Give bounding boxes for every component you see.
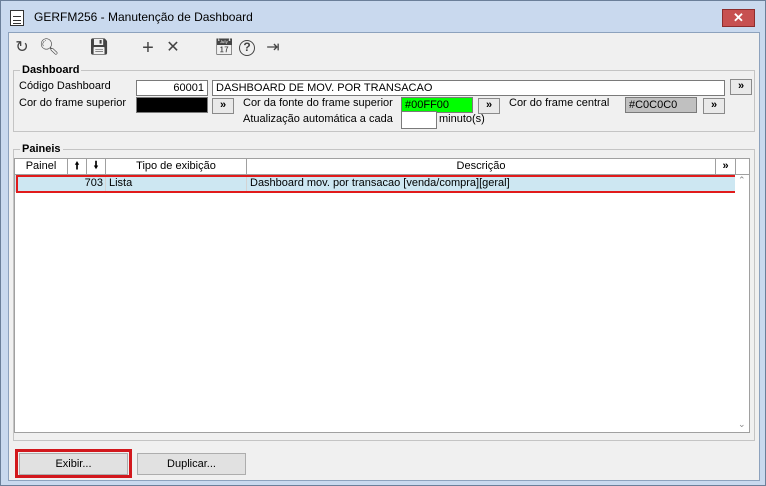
cor-frame-central-field[interactable]: #C0C0C0 xyxy=(625,97,697,113)
atualizacao-field[interactable] xyxy=(401,111,437,129)
save-icon[interactable]: 💾︎ xyxy=(89,39,109,57)
exibir-button[interactable]: Exibir... xyxy=(19,453,128,475)
calendar-icon[interactable]: 📅︎ xyxy=(214,39,234,57)
atualizacao-label: Atualização automática a cada xyxy=(243,113,393,125)
cor-frame-superior-label: Cor do frame superior xyxy=(19,97,126,109)
col-descricao-header[interactable]: Descrição xyxy=(247,159,716,174)
descricao-dashboard-field[interactable]: DASHBOARD DE MOV. POR TRANSACAO xyxy=(212,80,725,96)
columns-more-button[interactable]: » xyxy=(716,159,736,174)
codigo-dashboard-label: Código Dashboard xyxy=(19,80,111,92)
toolbar: ↻ 🔍︎ 💾︎ + ✕ 📅︎ ? ⇥ xyxy=(9,33,759,63)
grid-header: Painel 🠙 🠛 Tipo de exibição Descrição » xyxy=(15,159,749,175)
scroll-down-icon[interactable]: ⌄ xyxy=(738,419,746,430)
atualizacao-unit: minuto(s) xyxy=(439,113,485,125)
search-icon[interactable]: 🔍︎ xyxy=(39,39,59,57)
add-icon[interactable]: + xyxy=(139,38,157,58)
window-title: GERFM256 - Manutenção de Dashboard xyxy=(34,10,253,24)
help-icon[interactable]: ? xyxy=(239,40,255,56)
document-icon xyxy=(10,10,24,26)
refresh-icon[interactable]: ↻ xyxy=(13,39,31,57)
delete-icon[interactable]: ✕ xyxy=(164,39,182,57)
col-tipo-header[interactable]: Tipo de exibição xyxy=(106,159,247,174)
move-up-icon[interactable]: 🠙 xyxy=(68,159,87,174)
row-descricao-cell: Dashboard mov. por transacao [venda/comp… xyxy=(250,177,510,189)
row-painel-cell: 703 xyxy=(15,175,106,192)
dashboard-window: GERFM256 - Manutenção de Dashboard ✕ ↻ 🔍… xyxy=(0,0,766,486)
close-button[interactable]: ✕ xyxy=(722,9,755,27)
grid-scrollbar[interactable]: ⌃ ⌄ xyxy=(735,175,749,432)
cor-frame-central-label: Cor do frame central xyxy=(509,97,610,109)
cor-frame-central-button[interactable]: » xyxy=(703,98,725,114)
col-painel-header[interactable]: Painel xyxy=(15,159,68,174)
descricao-more-button[interactable]: » xyxy=(730,79,752,95)
duplicar-button[interactable]: Duplicar... xyxy=(137,453,246,475)
table-row[interactable]: 703 Lista Dashboard mov. por transacao [… xyxy=(15,175,735,192)
cor-fonte-label: Cor da fonte do frame superior xyxy=(243,97,393,109)
row-tipo-cell: Lista xyxy=(106,175,247,192)
cor-fonte-button[interactable]: » xyxy=(478,98,500,114)
paineis-group-title: Paineis xyxy=(20,143,63,155)
client-area: ↻ 🔍︎ 💾︎ + ✕ 📅︎ ? ⇥ Dashboard Código Dash… xyxy=(8,32,760,481)
exit-icon[interactable]: ⇥ xyxy=(264,39,282,57)
paineis-grid: Painel 🠙 🠛 Tipo de exibição Descrição » … xyxy=(14,158,750,433)
title-bar: GERFM256 - Manutenção de Dashboard ✕ xyxy=(1,1,765,33)
cor-frame-superior-field[interactable] xyxy=(136,97,208,113)
cor-frame-superior-button[interactable]: » xyxy=(212,98,234,114)
scroll-up-icon[interactable]: ⌃ xyxy=(738,175,746,186)
move-down-icon[interactable]: 🠛 xyxy=(87,159,106,174)
codigo-dashboard-field[interactable]: 60001 xyxy=(136,80,208,96)
dashboard-group-title: Dashboard xyxy=(20,64,82,76)
